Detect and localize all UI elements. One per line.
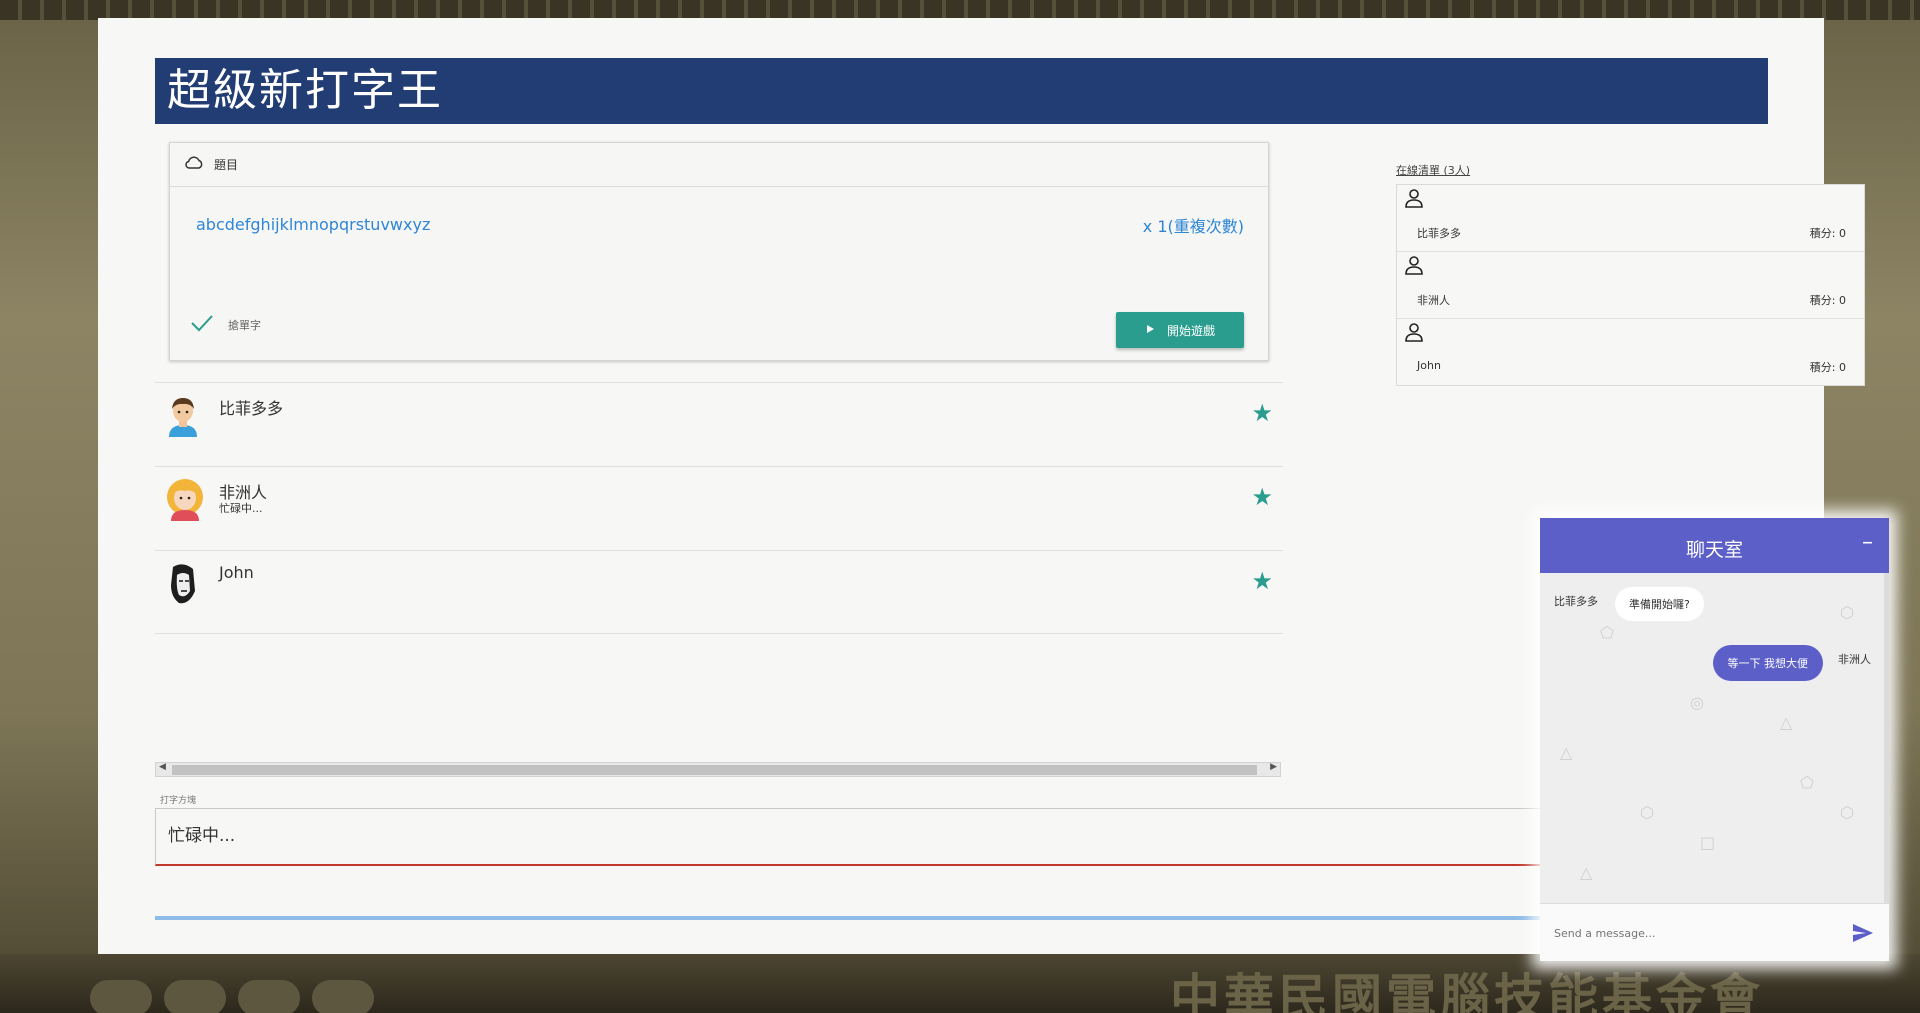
- player-row[interactable]: John ★: [155, 550, 1283, 634]
- chat-input-bar: [1540, 903, 1889, 961]
- online-user-score: 積分: 0: [1809, 227, 1846, 240]
- message-bubble: 準備開始囉?: [1615, 587, 1704, 621]
- background-caption: 中華民國電腦技能基金會: [1170, 969, 1764, 1013]
- online-user-row: John 積分: 0: [1397, 319, 1864, 386]
- message-bubble: 等一下 我想大便: [1712, 645, 1823, 681]
- player-status: 忙碌中...: [219, 502, 263, 515]
- chat-window: 聊天室 – ⬠ ⬡ ◎ △ ⬡ □ ⬠ ⬡ △ △ 比菲多多 準備開始囉? 等一…: [1540, 518, 1889, 961]
- pattern-decoration: ⬡: [1840, 603, 1854, 622]
- topic-repeat-count: x 1(重複次數): [1142, 217, 1244, 236]
- scroll-right-icon[interactable]: ▶: [1270, 762, 1277, 772]
- background-left: [0, 20, 98, 1013]
- check-icon: [190, 313, 214, 336]
- horizontal-scrollbar[interactable]: ◀ ▶: [155, 762, 1281, 777]
- send-icon[interactable]: [1851, 921, 1875, 945]
- girl-avatar-icon: [163, 477, 203, 521]
- online-list-label[interactable]: 在線清單 (3人): [1396, 162, 1470, 178]
- player-row[interactable]: 比菲多多 ★: [155, 382, 1283, 466]
- scroll-left-icon[interactable]: ◀: [159, 762, 166, 772]
- person-icon: [1403, 187, 1425, 211]
- message-sender: 比菲多多: [1554, 595, 1598, 608]
- pattern-decoration: ⬡: [1840, 803, 1854, 822]
- pattern-decoration: □: [1700, 833, 1716, 852]
- chat-title: 聊天室: [1685, 539, 1743, 561]
- star-icon: ★: [1251, 567, 1273, 595]
- player-list: 比菲多多 ★ 非洲人 忙碌中... ★ John ★: [155, 382, 1283, 634]
- online-list: 比菲多多 積分: 0 非洲人 積分: 0 John 積分: 0: [1396, 184, 1865, 386]
- progress-bar: [155, 916, 1595, 920]
- topic-header-label: 題目: [214, 158, 239, 172]
- online-user-name: 比菲多多: [1417, 227, 1461, 240]
- pattern-decoration: ⬠: [1600, 623, 1614, 642]
- player-row[interactable]: 非洲人 忙碌中... ★: [155, 466, 1283, 550]
- topic-header: 題目: [170, 143, 1268, 187]
- star-icon: ★: [1251, 483, 1273, 511]
- background-decoration: [90, 980, 386, 1013]
- star-icon: ★: [1251, 399, 1273, 427]
- chat-messages: ⬠ ⬡ ◎ △ ⬡ □ ⬠ ⬡ △ △ 比菲多多 準備開始囉? 等一下 我想大便…: [1540, 573, 1889, 903]
- pattern-decoration: ◎: [1690, 693, 1704, 712]
- play-icon: [1145, 323, 1155, 337]
- scrollbar-thumb[interactable]: [172, 765, 1257, 775]
- message-sender: 非洲人: [1838, 653, 1871, 666]
- pattern-decoration: △: [1580, 863, 1593, 882]
- pattern-decoration: △: [1560, 743, 1573, 762]
- page-title: 超級新打字王: [155, 58, 1768, 124]
- background-top-band: [0, 0, 1920, 20]
- mode-label: 搶單字: [228, 318, 261, 332]
- cloud-icon: [184, 156, 204, 173]
- online-user-score: 積分: 0: [1809, 361, 1846, 374]
- typing-input-label: 打字方塊: [160, 796, 197, 806]
- player-name: 比菲多多: [219, 399, 284, 418]
- topic-text: abcdefghijklmnopqrstuvwxyz: [196, 215, 431, 234]
- pattern-decoration: ⬡: [1640, 803, 1654, 822]
- start-game-button[interactable]: 開始遊戲: [1116, 312, 1244, 348]
- online-user-name: John: [1417, 359, 1441, 372]
- start-game-label: 開始遊戲: [1166, 323, 1215, 338]
- portrait-avatar-icon: [163, 561, 203, 605]
- pattern-decoration: △: [1780, 713, 1793, 732]
- pattern-decoration: ⬠: [1800, 773, 1814, 792]
- player-name: John: [219, 563, 254, 582]
- online-user-row: 比菲多多 積分: 0: [1397, 185, 1864, 252]
- online-user-score: 積分: 0: [1809, 294, 1846, 307]
- topic-card: 題目 abcdefghijklmnopqrstuvwxyz x 1(重複次數) …: [169, 142, 1269, 361]
- online-user-name: 非洲人: [1417, 294, 1450, 307]
- typing-input[interactable]: 忙碌中...: [155, 808, 1595, 866]
- boy-avatar-icon: [163, 393, 203, 437]
- message-input[interactable]: [1554, 922, 1834, 944]
- minimize-icon[interactable]: –: [1862, 518, 1873, 568]
- chat-scrollbar[interactable]: [1884, 573, 1889, 903]
- online-user-row: 非洲人 積分: 0: [1397, 252, 1864, 319]
- person-icon: [1403, 254, 1425, 278]
- person-icon: [1403, 321, 1425, 345]
- mode-option[interactable]: 搶單字: [190, 313, 261, 336]
- chat-header: 聊天室 –: [1540, 518, 1889, 573]
